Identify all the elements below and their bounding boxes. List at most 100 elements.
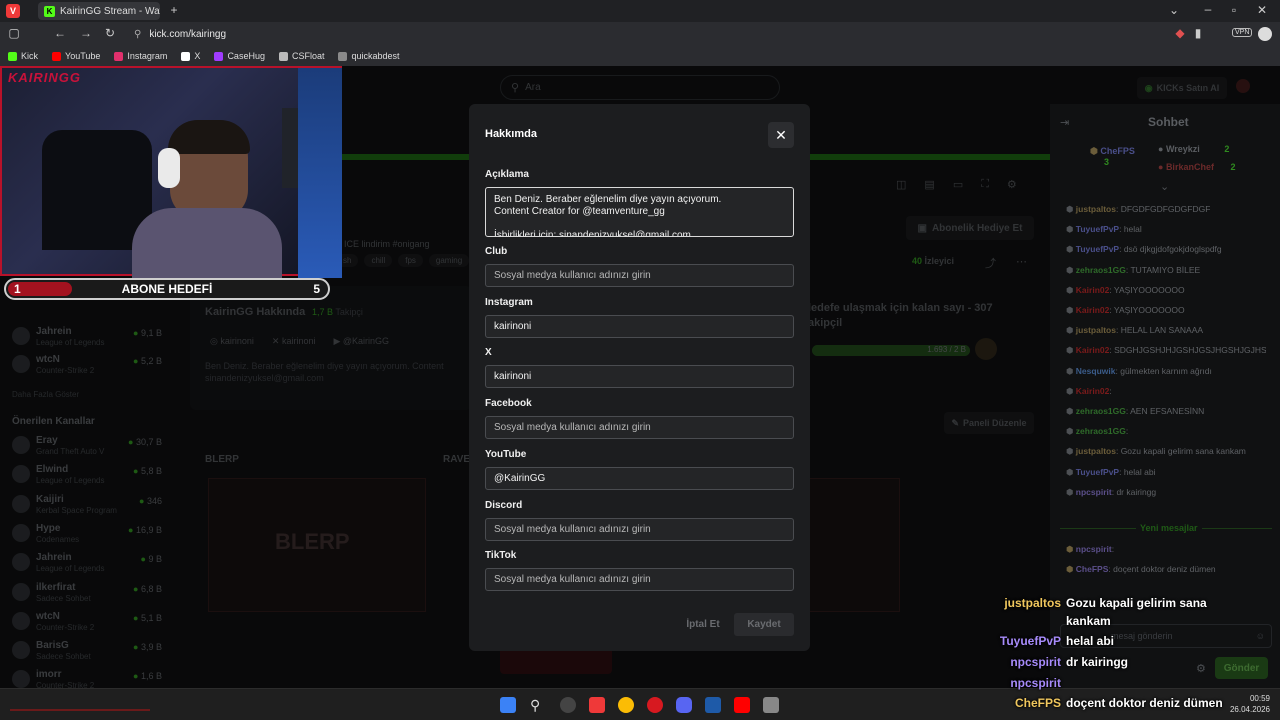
- stream-tag[interactable]: chill: [364, 254, 393, 267]
- bookmark-item[interactable]: Kick: [8, 51, 38, 61]
- chat-username[interactable]: TuyuefPvP: [1076, 224, 1119, 234]
- description-textarea[interactable]: Ben Deniz. Beraber eğlenelim diye yayın …: [485, 187, 794, 237]
- social-input[interactable]: Sosyal medya kullanıcı adınızı girin: [485, 264, 794, 287]
- app-icon-1[interactable]: [560, 697, 576, 713]
- bookmark-item[interactable]: Instagram: [114, 51, 167, 61]
- sidebar-channel[interactable]: wtcN Counter-Strike 2 ● 5,1 B: [12, 609, 162, 635]
- search-taskbar-icon[interactable]: ⚲: [530, 697, 546, 713]
- chat-username[interactable]: CheFPS: [1076, 564, 1109, 574]
- stream-tag[interactable]: fps: [398, 254, 423, 267]
- social-input[interactable]: @KairinGG: [485, 466, 794, 490]
- chat-username[interactable]: Kairin02: [1076, 386, 1110, 396]
- chat-username[interactable]: Kairin02: [1076, 285, 1110, 295]
- more-icon[interactable]: ⋯: [1016, 255, 1027, 268]
- theater-icon[interactable]: ◫: [896, 178, 906, 191]
- bookmark-item[interactable]: CSFloat: [278, 51, 324, 61]
- url-field[interactable]: ⚲ kick.com/kairingg: [128, 25, 1208, 43]
- sidebar-channel[interactable]: ilkerfirat Sadece Sohbet ● 6,8 B: [12, 580, 162, 606]
- chat-username[interactable]: TuyuefPvP: [1076, 244, 1119, 254]
- sidebar-channel[interactable]: wtcN Counter-Strike 2 ● 5,2 B: [12, 352, 162, 378]
- social-input[interactable]: Sosyal medya kullanıcı adınızı girin: [485, 517, 794, 541]
- app-icon-2[interactable]: [763, 697, 779, 713]
- bookmark-icon[interactable]: ▮: [1190, 26, 1206, 40]
- reload-icon[interactable]: ↻: [102, 26, 118, 40]
- save-button[interactable]: Kaydet: [734, 613, 794, 636]
- chat-username[interactable]: npcspirit: [1076, 487, 1112, 497]
- discord-taskbar-icon[interactable]: [676, 697, 692, 713]
- sidebar-channel[interactable]: Kaijiri Kerbal Space Program ● 346: [12, 492, 162, 518]
- stream-tag[interactable]: gaming: [428, 254, 470, 267]
- live-dot-icon: ●: [133, 328, 141, 338]
- bookmark-item[interactable]: YouTube: [52, 51, 100, 61]
- search-input[interactable]: ⚲ Ara: [500, 75, 780, 100]
- emoji-icon[interactable]: ☺: [1256, 631, 1265, 641]
- chevron-down-icon[interactable]: ⌄: [1160, 180, 1169, 193]
- share-icon[interactable]: ⤴: [985, 255, 996, 271]
- settings-icon[interactable]: ⚙: [1007, 178, 1017, 191]
- maximize-icon[interactable]: ▫: [1226, 3, 1242, 17]
- buy-kicks-button[interactable]: ◉ KICKs Satın Al: [1137, 77, 1227, 99]
- chat-username[interactable]: Kairin02: [1076, 305, 1110, 315]
- vivaldi-menu-icon[interactable]: V: [6, 4, 20, 18]
- chat-username[interactable]: zehraos1GG: [1076, 426, 1126, 436]
- chat-username[interactable]: Nesquwik: [1076, 366, 1116, 376]
- minimize-icon[interactable]: –: [1200, 2, 1216, 16]
- chat-username[interactable]: TuyuefPvP: [1076, 467, 1119, 477]
- fullscreen-icon[interactable]: ⛶: [981, 178, 989, 191]
- steam-taskbar-icon[interactable]: [705, 697, 721, 713]
- social-input[interactable]: kairinoni: [485, 365, 794, 389]
- close-window-icon[interactable]: ✕: [1254, 3, 1270, 17]
- opera-taskbar-icon[interactable]: [647, 697, 663, 713]
- sidebar-show-more[interactable]: Daha Fazla Göster: [12, 390, 79, 399]
- chat-username[interactable]: zehraos1GG: [1076, 265, 1126, 275]
- sidebar-channel[interactable]: Elwind League of Legends ● 5,8 B: [12, 462, 162, 488]
- social-input[interactable]: Sosyal medya kullanıcı adınızı girin: [485, 568, 794, 592]
- clip-icon[interactable]: ▤: [924, 178, 934, 191]
- user-avatar[interactable]: [1236, 79, 1250, 93]
- sidebar-channel[interactable]: Eray Grand Theft Auto V ● 30,7 B: [12, 433, 162, 459]
- bookmark-item[interactable]: CaseHug: [214, 51, 265, 61]
- browser-tab-active[interactable]: K KairinGG Stream - Watch Li ✕: [38, 2, 160, 20]
- sidebar-channel[interactable]: Jahrein League of Legends ● 9 B: [12, 550, 162, 576]
- new-tab-icon[interactable]: +: [166, 3, 182, 17]
- sidebar-channel[interactable]: Jahrein League of Legends ● 9,1 B: [12, 324, 162, 350]
- chat-message: ⬢ Kairin02: SDGHJGSHJHJGSHJGSJHGSHJGJHSJ…: [1066, 345, 1266, 356]
- chat-username[interactable]: zehraos1GG: [1076, 406, 1126, 416]
- social-input[interactable]: kairinoni: [485, 314, 794, 338]
- extension-icon[interactable]: ◆: [1172, 26, 1188, 40]
- gift-sub-button[interactable]: ▣ Abonelik Hediye Et: [906, 216, 1034, 240]
- close-button[interactable]: ✕: [768, 122, 794, 148]
- chat-settings-icon[interactable]: ⚙: [1196, 662, 1206, 675]
- sidebar-channel[interactable]: BarisG Sadece Sohbet ● 3,9 B: [12, 638, 162, 664]
- forward-icon[interactable]: →: [78, 26, 94, 40]
- back-icon[interactable]: ←: [52, 26, 68, 40]
- edit-panel-button[interactable]: ✎ Paneli Düzenle: [944, 412, 1034, 434]
- chat-username[interactable]: Kairin02: [1076, 345, 1110, 355]
- chat-username[interactable]: npcspirit: [1076, 544, 1112, 554]
- chat-username[interactable]: justpaltos: [1076, 446, 1116, 456]
- about-x[interactable]: ✕ kairinoni: [272, 336, 316, 347]
- youtube-taskbar-icon[interactable]: [734, 697, 750, 713]
- panel-image-blerp[interactable]: BLERP: [208, 478, 426, 612]
- chat-input[interactable]: mesaj gönderin ☺: [1060, 624, 1272, 648]
- chat-username[interactable]: justpaltos: [1076, 204, 1116, 214]
- chat-collapse-icon[interactable]: ⇥: [1060, 116, 1069, 129]
- about-instagram[interactable]: ◎ kairinoni: [210, 336, 254, 347]
- windows-start-icon[interactable]: [500, 697, 516, 713]
- send-button[interactable]: Gönder: [1215, 657, 1268, 679]
- bookmark-item[interactable]: quickabdest: [338, 51, 400, 61]
- panel-toggle-icon[interactable]: ▢: [6, 26, 22, 40]
- chat-username[interactable]: justpaltos: [1076, 325, 1116, 335]
- social-input[interactable]: Sosyal medya kullanıcı adınızı girin: [485, 416, 794, 440]
- bookmark-item[interactable]: X: [181, 51, 200, 61]
- site-info-icon[interactable]: ⚲: [134, 29, 141, 40]
- pip-icon[interactable]: ▭: [953, 178, 963, 191]
- sidebar-channel[interactable]: Hype Codenames ● 16,9 B: [12, 521, 162, 547]
- vpn-icon[interactable]: VPN: [1232, 28, 1253, 37]
- cancel-button[interactable]: İptal Et: [675, 613, 731, 636]
- profile-avatar-icon[interactable]: [1258, 27, 1272, 41]
- tab-list-icon[interactable]: ⌄: [1166, 3, 1182, 17]
- chrome-taskbar-icon[interactable]: [618, 697, 634, 713]
- vivaldi-taskbar-icon[interactable]: [589, 697, 605, 713]
- about-youtube[interactable]: ▶ @KairinGG: [333, 336, 389, 347]
